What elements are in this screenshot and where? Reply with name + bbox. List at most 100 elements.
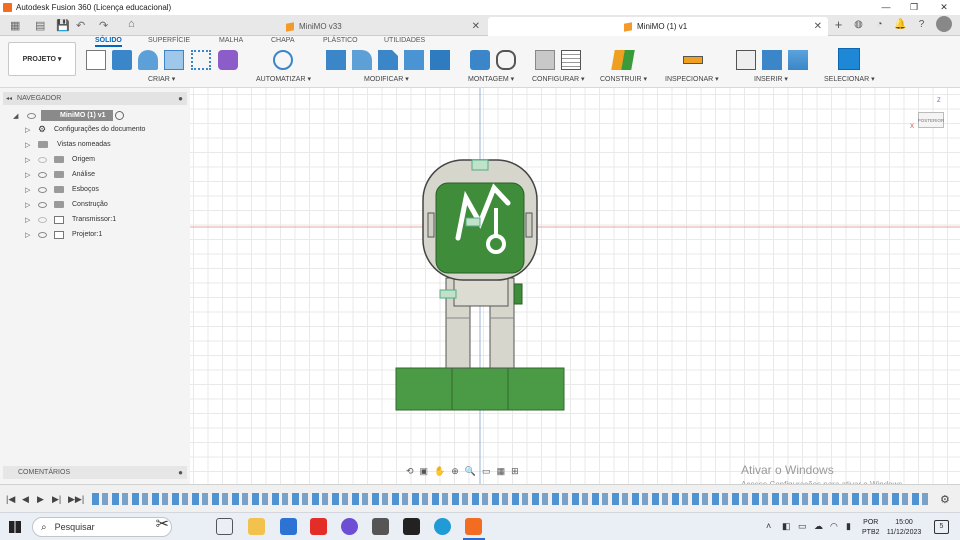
collapsed-arrow-icon[interactable]: ▷ [25,141,30,149]
pan-icon[interactable]: ✋ [434,466,445,478]
collapse-icon[interactable]: ◂◂ [6,95,12,102]
measure-icon[interactable] [683,56,703,64]
group-automate[interactable]: AUTOMATIZAR ▾ [256,75,311,83]
offset-plane-icon[interactable] [611,50,635,70]
group-modify[interactable]: MODIFICAR ▾ [364,75,409,83]
pattern-icon[interactable] [191,50,211,70]
workspace-tab-surface[interactable]: SUPERFÍCIE [148,37,190,44]
revolve-icon[interactable] [138,50,158,70]
tray-overflow-icon[interactable]: ˄ [766,521,771,531]
navigator-header[interactable]: ◂◂ NAVEGADOR ● [3,92,187,105]
close-window-button[interactable]: ✕ [930,0,958,14]
data-panel-icon[interactable]: ▦ [10,19,20,32]
extrude-icon[interactable] [112,50,132,70]
workspace-tab-solid[interactable]: SÓLIDO [95,37,122,47]
home-icon[interactable]: ⌂ [128,18,135,30]
play-icon[interactable]: ▶ [37,494,44,505]
edge-icon[interactable] [434,518,451,535]
new-component-icon[interactable] [470,50,490,70]
tree-item-construction[interactable]: ▷ Construção [0,198,190,211]
add-comment-icon[interactable]: ● [178,468,183,477]
automate-icon[interactable] [273,50,293,70]
timeline-settings-icon[interactable]: ⚙ [940,493,950,506]
job-status-icon[interactable]: ◔ [873,18,886,31]
configure-table-icon[interactable] [561,50,581,70]
notifications-icon[interactable]: 🔔 [894,18,907,31]
new-tab-icon[interactable]: + [832,18,845,31]
tree-item-analysis[interactable]: ▷ Análise [0,168,190,181]
activate-component-icon[interactable] [115,111,124,120]
look-at-icon[interactable]: ▣ [420,466,429,478]
maximize-button[interactable]: ❐ [900,0,928,14]
cloud-icon[interactable]: ☁ [814,521,823,532]
viewports-icon[interactable]: ⊞ [511,466,519,478]
project-button[interactable]: PROJETO ▾ [8,42,76,76]
tab-minimo-v33[interactable]: MiniMO v33 ✕ [150,17,486,36]
battery-icon[interactable]: ▮ [846,521,851,532]
create-sketch-icon[interactable] [86,50,106,70]
grid-settings-icon[interactable]: ▦ [497,466,506,478]
tree-item-projector[interactable]: ▷ Projetor:1 [0,228,190,241]
file-menu-icon[interactable]: ▤ [35,19,45,32]
undo-icon[interactable]: ↶ [76,19,85,32]
close-tab-icon[interactable]: ✕ [472,21,480,32]
viewport-canvas[interactable]: POSTERIOR Z X [190,88,960,484]
workspace-tab-plastic[interactable]: PLÁSTICO [323,37,358,44]
workspace-tab-sheet-metal[interactable]: CHAPA [271,37,295,44]
user-avatar[interactable] [936,16,952,32]
orbit-icon[interactable]: ⟲ [406,466,414,478]
joint-icon[interactable] [496,50,516,70]
parameters-icon[interactable] [535,50,555,70]
comments-panel-header[interactable]: COMENTÁRIOS ● [3,466,187,479]
tray-app-icon[interactable]: ◧ [782,521,791,532]
hidden-eye-icon[interactable] [38,216,47,223]
workspace-tab-mesh[interactable]: MALHA [219,37,243,44]
mail-icon[interactable] [280,518,297,535]
collapsed-arrow-icon[interactable]: ▷ [25,201,30,209]
help-icon[interactable]: ? [915,18,928,31]
extensions-icon[interactable]: ◍ [852,18,865,31]
tree-item-document-settings[interactable]: ▷ ⚙ Configurações do documento [0,123,190,136]
notification-center-icon[interactable]: 5 [934,520,949,534]
teams-icon[interactable] [341,518,358,535]
hidden-eye-icon[interactable] [38,156,47,163]
viewcube-face[interactable]: POSTERIOR [918,112,944,128]
group-insert[interactable]: INSERIR ▾ [754,75,788,83]
redo-icon[interactable]: ↷ [99,19,108,32]
group-construct[interactable]: CONSTRUIR ▾ [600,75,647,83]
taskbar-search-box[interactable]: ⌕ Pesquisar ✂ [32,516,172,537]
visibility-eye-icon[interactable] [27,112,36,119]
save-icon[interactable]: 💾 [56,19,70,32]
close-tab-icon[interactable]: ✕ [814,21,822,32]
previous-step-icon[interactable]: ◀ [22,494,29,505]
camera-icon[interactable]: ▭ [798,521,807,532]
go-to-end-icon[interactable]: ▶▶| [68,494,84,505]
form-icon[interactable] [218,50,238,70]
collapsed-arrow-icon[interactable]: ▷ [25,186,30,194]
next-step-icon[interactable]: ▶| [52,494,61,505]
collapsed-arrow-icon[interactable]: ▷ [25,231,30,239]
timeline-features[interactable] [92,493,928,505]
windows-start-icon[interactable] [9,521,21,533]
clock[interactable]: 15:00 11/12/2023 [884,518,924,538]
fillet-icon[interactable] [352,50,372,70]
go-to-start-icon[interactable]: |◀ [6,494,15,505]
group-inspect[interactable]: INSPECIONAR ▾ [665,75,719,83]
insert-derive-icon[interactable] [736,50,756,70]
viewcube[interactable]: POSTERIOR Z X [910,98,950,134]
group-select[interactable]: SELECIONAR ▾ [824,75,875,83]
combine-icon[interactable] [430,50,450,70]
group-assemble[interactable]: MONTAGEM ▾ [468,75,514,83]
tree-item-origin[interactable]: ▷ Origem [0,153,190,166]
visibility-eye-icon[interactable] [38,186,47,193]
collapsed-arrow-icon[interactable]: ▷ [25,216,30,224]
youtube-icon[interactable] [310,518,327,535]
shell-icon[interactable] [404,50,424,70]
select-icon[interactable] [838,48,860,70]
workspace-tab-utilities[interactable]: UTILIDADES [384,37,425,44]
group-configure[interactable]: CONFIGURAR ▾ [532,75,585,83]
hole-icon[interactable] [164,50,184,70]
tree-root[interactable]: ◢ MiniMO (1) v1 [0,109,190,122]
visibility-eye-icon[interactable] [38,231,47,238]
language-indicator[interactable]: POR PTB2 [862,518,880,538]
